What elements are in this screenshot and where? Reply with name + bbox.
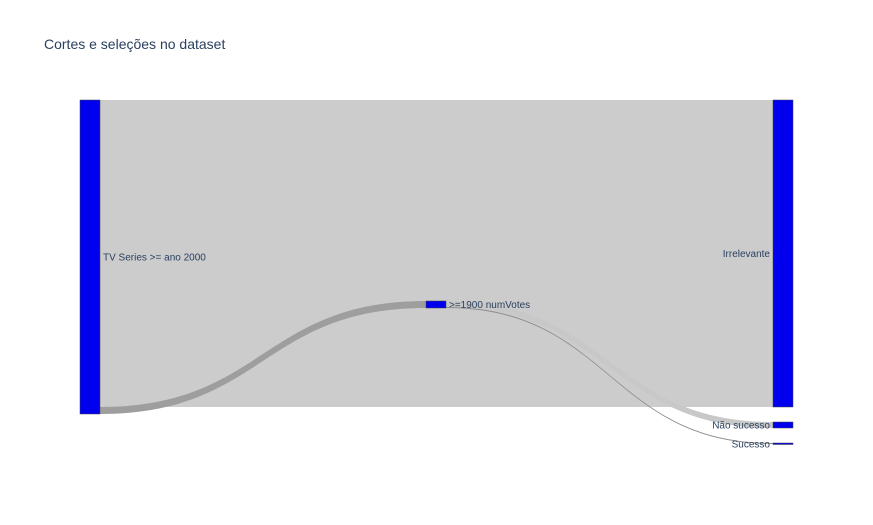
sankey-links <box>100 100 773 444</box>
node-label-tv: TV Series >= ano 2000 <box>103 253 206 264</box>
node-label-nao_sucesso: Não sucesso <box>712 421 770 432</box>
node-sucesso[interactable] <box>772 442 794 445</box>
node-votes[interactable] <box>425 300 447 309</box>
node-tv[interactable] <box>79 99 101 415</box>
node-label-votes: >=1900 numVotes <box>449 300 530 311</box>
node-label-irrelevante: Irrelevante <box>723 249 771 260</box>
sankey-chart: TV Series >= ano 2000 >=1900 numVotes Irre… <box>79 99 794 450</box>
node-irrelevante[interactable] <box>772 99 794 408</box>
node-label-sucesso: Sucesso <box>732 439 771 450</box>
node-nao_sucesso[interactable] <box>772 421 794 429</box>
